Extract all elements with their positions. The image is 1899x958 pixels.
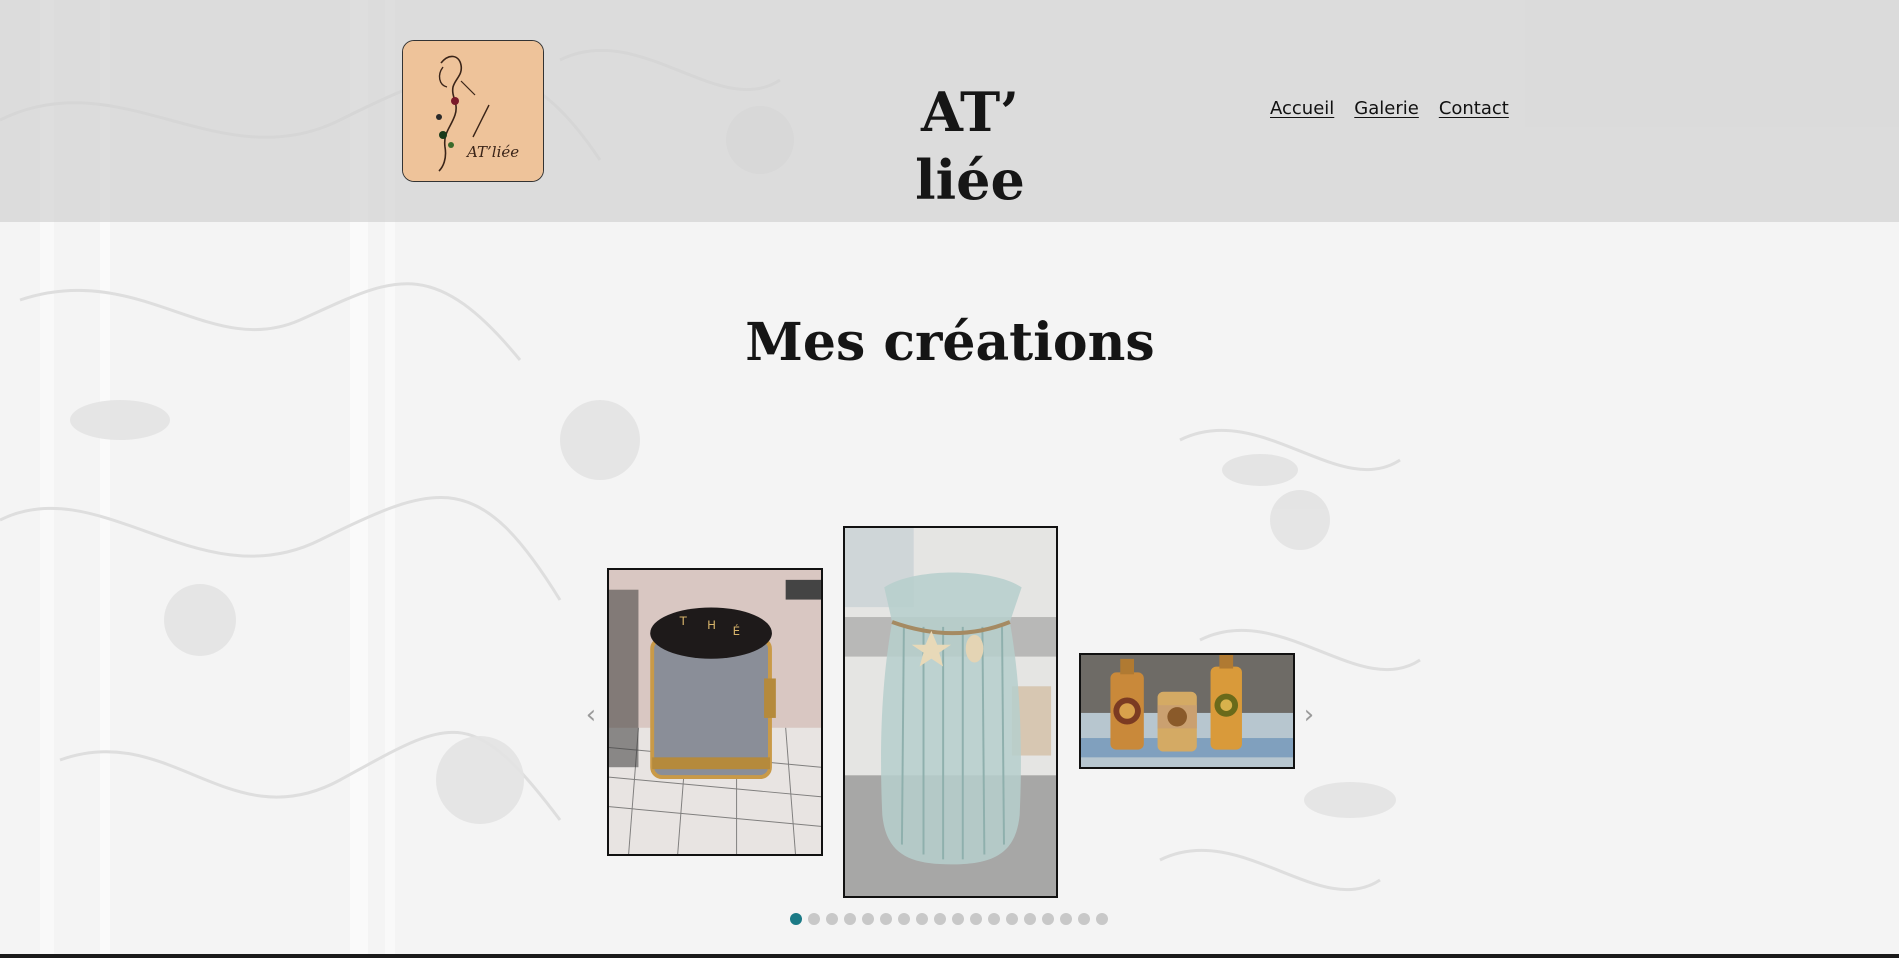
decorated-bottles-photo <box>1081 655 1293 767</box>
woman-silhouette-logo-icon: AT’liée <box>403 41 543 181</box>
svg-text:AT’liée: AT’liée <box>465 143 519 161</box>
carousel-dot[interactable] <box>790 913 802 925</box>
carousel-dot[interactable] <box>934 913 946 925</box>
carousel-dot[interactable] <box>844 913 856 925</box>
carousel-slide-glass-vase[interactable] <box>843 526 1058 898</box>
main-nav: Accueil Galerie Contact <box>1270 98 1509 119</box>
carousel-slide-decorated-bottles[interactable] <box>1079 653 1295 769</box>
carousel-dot[interactable] <box>1042 913 1054 925</box>
svg-text:É: É <box>733 623 740 638</box>
carousel-dot[interactable] <box>862 913 874 925</box>
carousel-dot[interactable] <box>898 913 910 925</box>
carousel-dot[interactable] <box>1024 913 1036 925</box>
nav-link-contact[interactable]: Contact <box>1439 98 1509 119</box>
carousel-dot[interactable] <box>826 913 838 925</box>
carousel-dot[interactable] <box>970 913 982 925</box>
carousel-pagination <box>790 913 1108 925</box>
carousel-dot[interactable] <box>952 913 964 925</box>
carousel-dot[interactable] <box>808 913 820 925</box>
carousel-dot[interactable] <box>1096 913 1108 925</box>
site-logo[interactable]: AT’liée <box>402 40 544 182</box>
carousel-dot[interactable] <box>1078 913 1090 925</box>
site-title: AT’ liée <box>915 80 1025 212</box>
tea-canister-photo: T H É <box>609 570 821 854</box>
carousel-slide-tea-canister[interactable]: T H É <box>607 568 823 856</box>
page: AT’liée AT’ liée Accueil Galerie Contact… <box>0 0 1899 958</box>
svg-text:H: H <box>707 618 716 632</box>
carousel-dot[interactable] <box>1060 913 1072 925</box>
bottom-divider <box>0 954 1899 958</box>
page-heading: Mes créations <box>745 312 1155 373</box>
chevron-right-icon[interactable]: › <box>1298 698 1320 732</box>
carousel-dot[interactable] <box>880 913 892 925</box>
chevron-left-icon[interactable]: ‹ <box>580 698 602 732</box>
glass-vase-photo <box>845 528 1056 896</box>
nav-link-galerie[interactable]: Galerie <box>1354 98 1419 119</box>
carousel-dot[interactable] <box>988 913 1000 925</box>
image-carousel: ‹ T H É › <box>580 520 1320 920</box>
carousel-dot[interactable] <box>1006 913 1018 925</box>
nav-link-accueil[interactable]: Accueil <box>1270 98 1334 119</box>
carousel-dot[interactable] <box>916 913 928 925</box>
svg-text:T: T <box>679 614 688 628</box>
